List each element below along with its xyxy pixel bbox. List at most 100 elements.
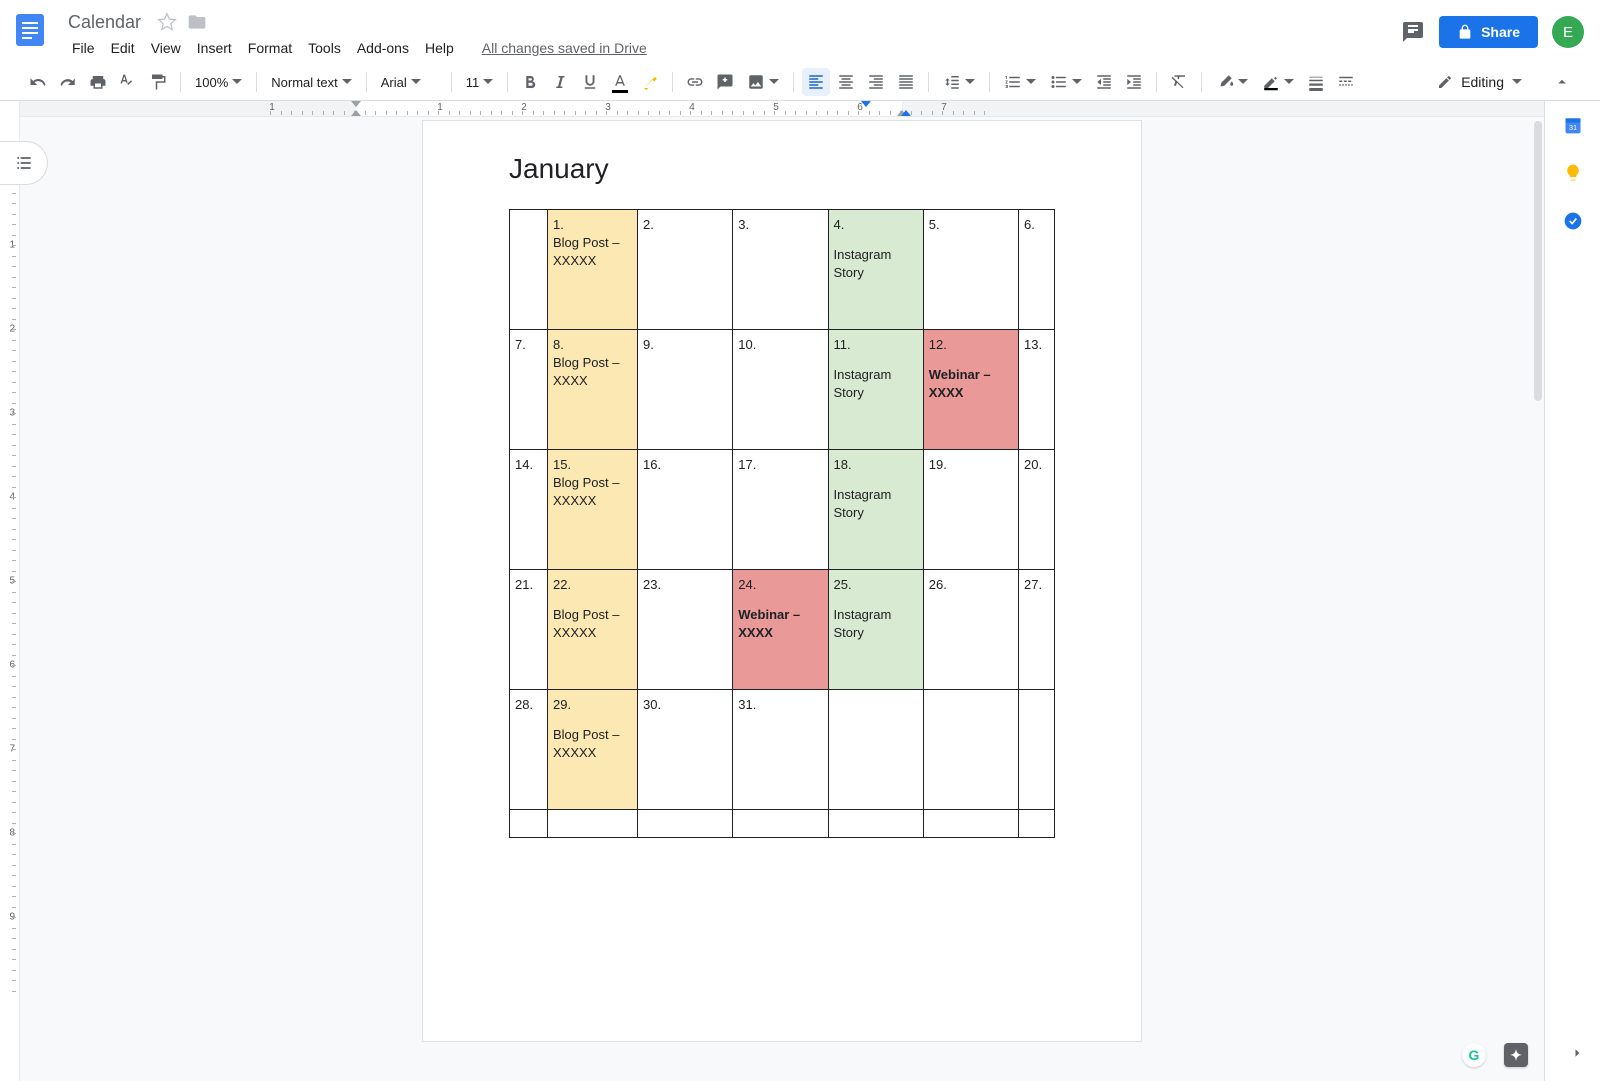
border-width-button[interactable] (1302, 68, 1330, 96)
calendar-cell[interactable]: 27. (1019, 570, 1055, 690)
calendar-cell[interactable] (923, 690, 1018, 810)
align-center-button[interactable] (832, 68, 860, 96)
calendar-cell[interactable]: 16. (638, 450, 733, 570)
account-avatar[interactable]: E (1552, 16, 1584, 48)
doc-title[interactable]: Calendar (62, 10, 147, 35)
menu-view[interactable]: View (143, 38, 189, 58)
calendar-cell[interactable]: 22.Blog Post – XXXXX (548, 570, 638, 690)
calendar-cell[interactable] (1019, 810, 1055, 838)
scrollbar-thumb[interactable] (1534, 121, 1542, 401)
save-status[interactable]: All changes saved in Drive (482, 40, 647, 56)
menu-addons[interactable]: Add-ons (349, 38, 417, 58)
highlight-button[interactable] (636, 68, 664, 96)
align-left-button[interactable] (802, 68, 830, 96)
align-right-button[interactable] (862, 68, 890, 96)
calendar-cell[interactable]: 13. (1019, 330, 1055, 450)
spellcheck-button[interactable] (114, 68, 142, 96)
zoom-dropdown[interactable]: 100% (189, 68, 248, 96)
font-dropdown[interactable]: Arial (375, 68, 443, 96)
calendar-cell[interactable]: 23. (638, 570, 733, 690)
page[interactable]: January 1.Blog Post – XXXXX2.3.4.Instagr… (423, 121, 1141, 1041)
bulleted-list-dropdown[interactable] (1044, 68, 1088, 96)
calendar-cell[interactable] (733, 810, 828, 838)
redo-button[interactable] (54, 68, 82, 96)
calendar-cell[interactable]: 12.Webinar – XXXX (923, 330, 1018, 450)
calendar-cell[interactable]: 21. (510, 570, 548, 690)
numbered-list-dropdown[interactable] (998, 68, 1042, 96)
calendar-table[interactable]: 1.Blog Post – XXXXX2.3.4.Instagram Story… (509, 209, 1055, 838)
menu-insert[interactable]: Insert (189, 38, 240, 58)
calendar-cell[interactable]: 26. (923, 570, 1018, 690)
calendar-cell[interactable]: 5. (923, 210, 1018, 330)
italic-button[interactable] (546, 68, 574, 96)
calendar-cell[interactable] (510, 210, 548, 330)
calendar-cell[interactable]: 19. (923, 450, 1018, 570)
calendar-cell[interactable] (828, 690, 923, 810)
calendar-cell[interactable]: 3. (733, 210, 828, 330)
underline-button[interactable] (576, 68, 604, 96)
calendar-cell[interactable] (638, 810, 733, 838)
tasks-addon-icon[interactable] (1563, 211, 1583, 231)
line-spacing-dropdown[interactable] (937, 68, 981, 96)
outline-toggle[interactable] (0, 141, 48, 185)
vertical-ruler[interactable]: 123456789 (0, 101, 20, 1081)
doc-heading[interactable]: January (509, 153, 1055, 185)
insert-image-dropdown[interactable] (741, 68, 785, 96)
calendar-cell[interactable]: 4.Instagram Story (828, 210, 923, 330)
star-icon[interactable] (157, 12, 177, 32)
calendar-cell[interactable] (1019, 690, 1055, 810)
calendar-cell[interactable] (510, 810, 548, 838)
calendar-cell[interactable]: 30. (638, 690, 733, 810)
horizontal-ruler[interactable]: 11234567 (20, 101, 1544, 117)
add-comment-button[interactable] (711, 68, 739, 96)
calendar-addon-icon[interactable]: 31 (1563, 115, 1583, 135)
calendar-cell[interactable]: 1.Blog Post – XXXXX (548, 210, 638, 330)
clear-formatting-button[interactable] (1165, 68, 1193, 96)
calendar-cell[interactable]: 24.Webinar – XXXX (733, 570, 828, 690)
calendar-cell[interactable]: 25.Instagram Story (828, 570, 923, 690)
calendar-cell[interactable]: 31. (733, 690, 828, 810)
calendar-cell[interactable]: 15.Blog Post – XXXXX (548, 450, 638, 570)
side-panel-expand-icon[interactable] (1568, 1044, 1586, 1067)
calendar-cell[interactable] (828, 810, 923, 838)
insert-link-button[interactable] (681, 68, 709, 96)
calendar-cell[interactable]: 8.Blog Post – XXXX (548, 330, 638, 450)
move-folder-icon[interactable] (187, 12, 207, 32)
text-color-button[interactable] (606, 68, 634, 96)
font-size-dropdown[interactable]: 11 (460, 68, 500, 96)
calendar-cell[interactable] (548, 810, 638, 838)
border-style-button[interactable] (1332, 68, 1360, 96)
share-button[interactable]: Share (1439, 16, 1538, 48)
comments-icon[interactable] (1401, 20, 1425, 44)
keep-addon-icon[interactable] (1563, 163, 1583, 183)
undo-button[interactable] (24, 68, 52, 96)
menu-format[interactable]: Format (240, 38, 300, 58)
calendar-cell[interactable]: 29.Blog Post – XXXXX (548, 690, 638, 810)
editing-mode-dropdown[interactable]: Editing (1429, 68, 1530, 96)
docs-logo-icon[interactable] (12, 12, 48, 48)
calendar-cell[interactable]: 2. (638, 210, 733, 330)
style-dropdown[interactable]: Normal text (265, 68, 357, 96)
grammarly-icon[interactable]: G (1462, 1043, 1486, 1067)
print-button[interactable] (84, 68, 112, 96)
menu-help[interactable]: Help (417, 38, 462, 58)
explore-icon[interactable]: ✦ (1504, 1043, 1528, 1067)
border-color-dropdown[interactable] (1256, 68, 1300, 96)
calendar-cell[interactable]: 11.Instagram Story (828, 330, 923, 450)
calendar-cell[interactable]: 9. (638, 330, 733, 450)
calendar-cell[interactable]: 18.Instagram Story (828, 450, 923, 570)
menu-tools[interactable]: Tools (300, 38, 349, 58)
cell-fill-dropdown[interactable] (1210, 68, 1254, 96)
calendar-cell[interactable] (923, 810, 1018, 838)
increase-indent-button[interactable] (1120, 68, 1148, 96)
align-justify-button[interactable] (892, 68, 920, 96)
calendar-cell[interactable]: 17. (733, 450, 828, 570)
calendar-cell[interactable]: 7. (510, 330, 548, 450)
calendar-cell[interactable]: 14. (510, 450, 548, 570)
document-canvas[interactable]: January 1.Blog Post – XXXXX2.3.4.Instagr… (20, 101, 1544, 1081)
paint-format-button[interactable] (144, 68, 172, 96)
calendar-cell[interactable]: 10. (733, 330, 828, 450)
calendar-cell[interactable]: 6. (1019, 210, 1055, 330)
menu-file[interactable]: File (64, 38, 103, 58)
calendar-cell[interactable]: 28. (510, 690, 548, 810)
